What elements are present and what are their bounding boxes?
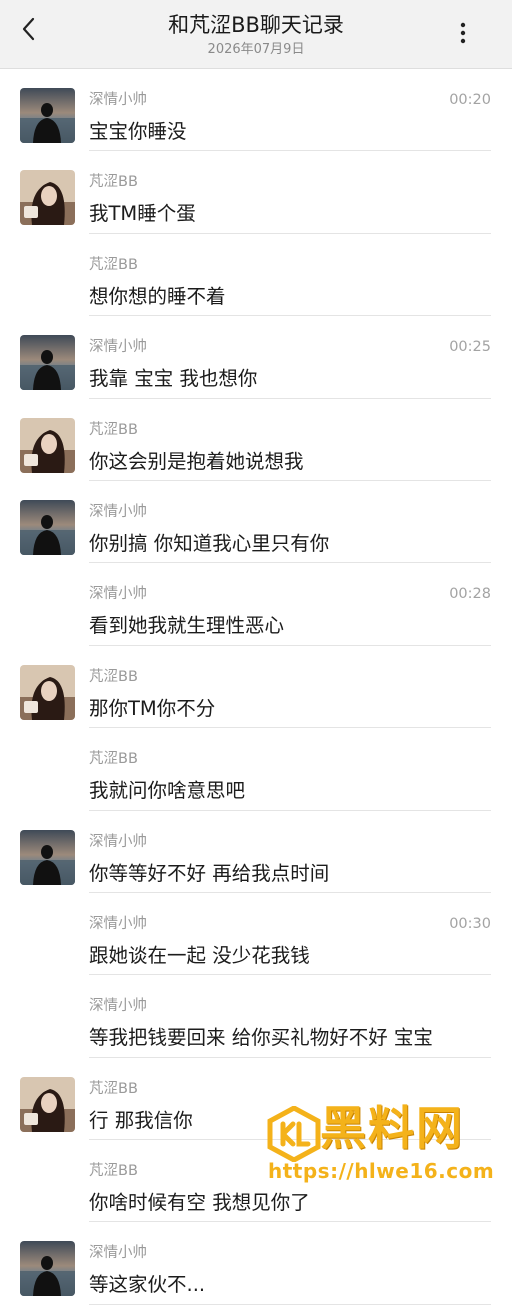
message-item[interactable]: 深情小帅等我把钱要回来 给你买礼物好不好 宝宝 [0, 975, 512, 1058]
message-text: 你这会别是抱着她说想我 [89, 449, 304, 473]
message-item[interactable]: 深情小帅 00:30 跟她谈在一起 没少花我钱 [0, 893, 512, 976]
message-item[interactable]: 深情小帅你别搞 你知道我心里只有你 [0, 481, 512, 564]
message-item[interactable]: 芃涩BB 想你想的睡不着 [0, 234, 512, 317]
message-text: 我就问你啥意思吧 [89, 779, 246, 803]
message-time: 00:20 [449, 92, 491, 108]
message-text: 我靠 宝宝 我也想你 [89, 367, 258, 391]
message-item[interactable]: 深情小帅 00:20 宝宝你睡没 [0, 69, 512, 152]
message-item[interactable]: 芃涩BB 我就问你啥意思吧 [0, 728, 512, 811]
avatar-pengsebb[interactable] [20, 1076, 75, 1132]
message-text: 你等等好不好 再给我点时间 [89, 861, 330, 885]
watermark: 黑料网 https://hlwe16.com [262, 1100, 512, 1190]
message-item[interactable]: 深情小帅 00:28 看到她我就生理性恶心 [0, 563, 512, 646]
avatar-shenqingxiaoshuai[interactable] [20, 88, 75, 143]
message-item[interactable]: 芃涩BB 我TM睡个蛋 [0, 151, 512, 234]
sender-name: 深情小帅 [89, 586, 147, 603]
sender-name: 芃涩BB [89, 668, 138, 685]
sender-name: 深情小帅 [89, 833, 147, 850]
message-item[interactable]: 深情小帅 00:25 我靠 宝宝 我也想你 [0, 316, 512, 399]
page-title: 和芃涩BB聊天记录 [168, 13, 344, 37]
sender-name: 深情小帅 [89, 998, 147, 1015]
message-item[interactable]: 芃涩BB 你这会别是抱着她说想我 [0, 399, 512, 481]
message-text: 你别搞 你知道我心里只有你 [89, 531, 330, 555]
sender-name: 深情小帅 [89, 339, 147, 356]
avatar-pengsebb[interactable] [20, 170, 75, 226]
sender-name: 深情小帅 [89, 503, 147, 520]
message-text: 跟她谈在一起 没少花我钱 [89, 943, 310, 967]
avatar-shenqingxiaoshuai[interactable] [20, 829, 75, 885]
watermark-title: 黑料网 [320, 1101, 464, 1155]
watermark-url: https://hlwe16.com [268, 1159, 495, 1183]
sender-name: 深情小帅 [89, 1245, 147, 1262]
more-button[interactable] [450, 18, 476, 48]
message-text: 等我把钱要回来 给你买礼物好不好 宝宝 [89, 1026, 433, 1050]
message-time: 00:28 [449, 586, 491, 603]
message-text: 我TM睡个蛋 [89, 202, 196, 226]
sender-name: 深情小帅 [89, 915, 147, 932]
message-text: 等这家伙不... [89, 1273, 206, 1297]
avatar-shenqingxiaoshuai[interactable] [20, 499, 75, 555]
sender-name: 芃涩BB [89, 1163, 138, 1180]
message-item[interactable]: 深情小帅等这家伙不... [0, 1222, 512, 1305]
avatar-pengsebb[interactable] [20, 417, 75, 473]
sender-name: 芃涩BB [89, 421, 138, 438]
chat-date: 2026年07月9日 [207, 42, 305, 57]
message-time: 00:25 [449, 339, 491, 356]
sender-name: 深情小帅 [89, 92, 147, 108]
avatar-shenqingxiaoshuai[interactable] [20, 1241, 75, 1297]
message-time: 00:30 [449, 915, 491, 932]
sender-name: 芃涩BB [89, 1080, 138, 1097]
message-text: 想你想的睡不着 [89, 284, 226, 308]
sender-name: 芃涩BB [89, 174, 138, 191]
avatar-pengsebb[interactable] [20, 664, 75, 720]
message-text: 看到她我就生理性恶心 [89, 614, 285, 638]
message-item[interactable]: 深情小帅你等等好不好 再给我点时间 [0, 811, 512, 893]
sender-name: 芃涩BB [89, 751, 138, 768]
watermark-logo-icon [267, 1106, 321, 1162]
sender-name: 芃涩BB [89, 256, 138, 273]
more-vertical-icon [460, 22, 466, 44]
message-text: 那你TM你不分 [89, 696, 216, 720]
top-bar: 和芃涩BB聊天记录 2026年07月9日 [0, 0, 512, 69]
message-text: 行 那我信你 [89, 1108, 193, 1132]
avatar-shenqingxiaoshuai[interactable] [20, 335, 75, 391]
message-text: 宝宝你睡没 [89, 120, 187, 143]
message-text: 你啥时候有空 我想见你了 [89, 1191, 310, 1215]
message-item[interactable]: 芃涩BB 那你TM你不分 [0, 646, 512, 729]
